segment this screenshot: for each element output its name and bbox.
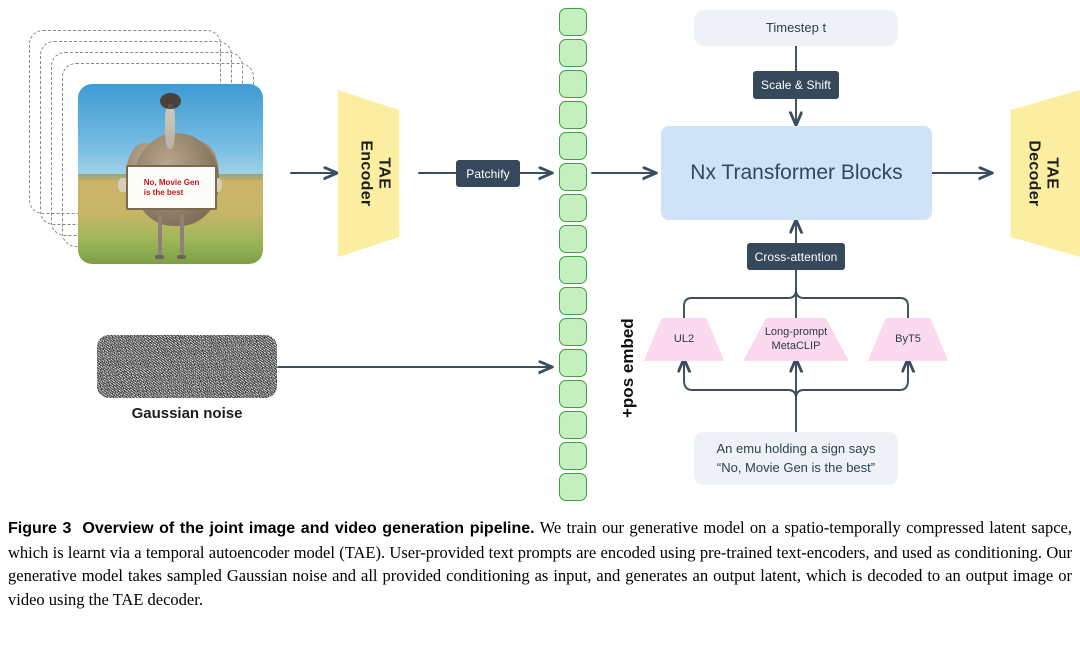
caption-figure-label: Figure 3 (8, 520, 72, 537)
latent-token (559, 225, 587, 253)
emu-beak (167, 103, 174, 110)
emu-neck (164, 102, 176, 149)
gaussian-noise-label: Gaussian noise (131, 405, 243, 422)
latent-token (559, 349, 587, 377)
caption-title: Overview of the joint image and video ge… (82, 520, 535, 537)
latent-token (559, 473, 587, 501)
emu-sign-line2: is the best (143, 187, 184, 197)
emu-sign-text: No, Movie Gen is the best (144, 178, 200, 198)
latent-token (559, 380, 587, 408)
cross-attention-badge[interactable]: Cross-attention (747, 243, 845, 270)
latent-token (559, 163, 587, 191)
prompt-lines: An emu holding a sign says “No, Movie Ge… (717, 440, 876, 478)
latent-token (559, 287, 587, 315)
latent-token (559, 411, 587, 439)
tae-encoder-line1: TAE (375, 157, 393, 190)
emu-leg-right (179, 213, 184, 257)
emu-foot-left (154, 255, 165, 260)
patchify-badge[interactable]: Patchify (456, 160, 520, 187)
tae-decoder-line2: Decoder (1025, 140, 1043, 207)
input-image-emu: No, Movie Gen is the best (78, 84, 263, 264)
text-encoder-metaclip-line1: Long-prompt (764, 325, 828, 338)
tae-encoder-line2: Encoder (357, 140, 375, 207)
connector-prompt-to-byt5 (795, 360, 909, 399)
tae-encoder-label: TAE Encoder (356, 140, 393, 206)
text-encoder-byt5-lines: ByT5 (895, 333, 921, 347)
text-encoder-byt5-line1: ByT5 (895, 332, 921, 345)
scale-shift-badge[interactable]: Scale & Shift (753, 71, 839, 99)
prompt-line1: An emu holding a sign says (716, 440, 876, 456)
pos-embed-label: +pos embed (618, 318, 637, 418)
tae-decoder-label: TAE Decoder (1024, 140, 1061, 206)
connector-prompt-to-ul2 (683, 360, 797, 399)
latent-token (559, 132, 587, 160)
latent-token (559, 318, 587, 346)
text-encoder-ul2-line1: UL2 (673, 332, 695, 345)
prompt-line2: “No, Movie Gen is the best” (716, 459, 876, 475)
transformer-blocks-box: Nx Transformer Blocks (661, 126, 932, 220)
text-encoder-metaclip-lines: Long-prompt MetaCLIP (765, 326, 827, 354)
emu-foot-right (176, 255, 187, 260)
tae-decoder-line1: TAE (1043, 157, 1061, 190)
timestep-box: Timestep t (694, 10, 898, 46)
latent-token (559, 70, 587, 98)
latent-token (559, 256, 587, 284)
figure-caption: Figure 3 Overview of the joint image and… (8, 516, 1072, 611)
emu-sign: No, Movie Gen is the best (126, 165, 218, 211)
text-encoder-metaclip-line2: MetaCLIP (771, 339, 821, 352)
connector-byt5-up (795, 289, 909, 319)
latent-token (559, 101, 587, 129)
latent-token (559, 442, 587, 470)
connector-ul2-up (683, 289, 797, 319)
latent-token (559, 8, 587, 36)
latent-token (559, 39, 587, 67)
gaussian-noise-block (97, 335, 277, 398)
emu-sign-line1: No, Movie Gen (143, 177, 200, 187)
latent-token (559, 194, 587, 222)
prompt-box: An emu holding a sign says “No, Movie Ge… (694, 432, 898, 485)
noise-texture (97, 335, 277, 398)
text-encoder-ul2-lines: UL2 (674, 333, 694, 347)
figure-diagram: No, Movie Gen is the best Gaussian noise… (0, 0, 1080, 510)
emu-leg-left (157, 213, 162, 257)
